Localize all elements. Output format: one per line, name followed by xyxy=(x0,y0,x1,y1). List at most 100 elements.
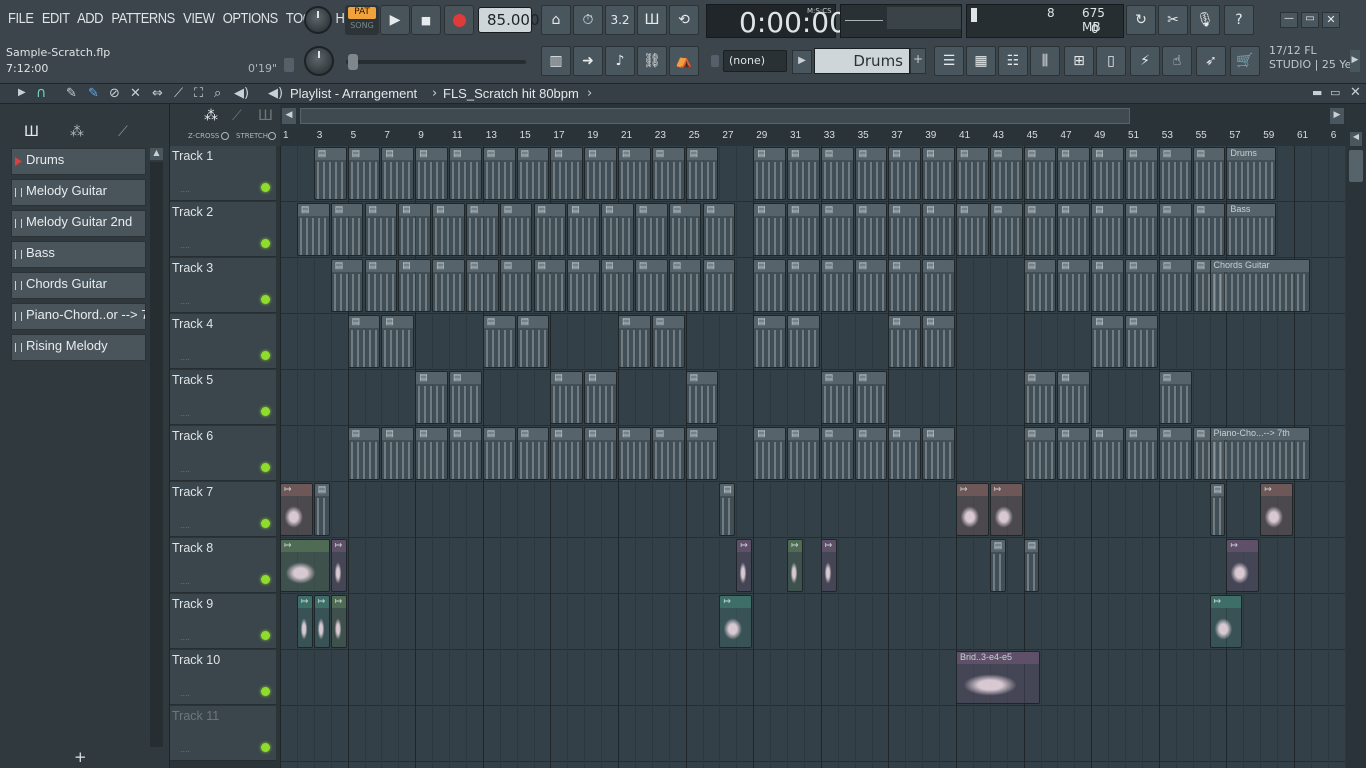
timeline-ruler[interactable]: 1 3 5 7 9 11 13 15 17 19 21 23 25 27 29 31 33 35 37 39 41 43 4… xyxy=(280,128,1346,146)
pattern-clip[interactable]: ▤ xyxy=(465,259,499,312)
file-icon[interactable]: ▯ xyxy=(1096,46,1126,76)
pattern-clip[interactable]: ▤ xyxy=(820,203,854,256)
shop-icon[interactable]: 🛒 xyxy=(1230,46,1260,76)
pattern-clip[interactable]: ▤ xyxy=(854,427,888,480)
track-active-indicator[interactable] xyxy=(261,743,270,752)
automation-view-icon[interactable]: ⟋ xyxy=(118,124,128,140)
pattern-clip[interactable]: ▤ xyxy=(685,147,719,200)
pattern-clip[interactable]: ▤ xyxy=(1091,315,1124,368)
pattern-clip[interactable]: ▤ xyxy=(449,147,482,200)
pattern-clip[interactable]: ▤ xyxy=(753,147,786,200)
channel-select-arrow[interactable]: ▶ xyxy=(792,50,812,74)
pattern-clip[interactable]: ▤ xyxy=(685,371,719,424)
send-icon[interactable]: ➶ xyxy=(1196,46,1226,76)
audio-clip[interactable]: ↦ xyxy=(280,539,330,592)
audio-clip[interactable]: ↦ xyxy=(1260,483,1293,536)
minimize-icon[interactable]: — xyxy=(1280,12,1298,28)
menu-edit[interactable]: EDIT xyxy=(42,10,70,27)
track-header[interactable]: Track 1.... xyxy=(170,146,276,201)
pattern-clip[interactable]: ▤ xyxy=(364,259,398,312)
pencil-icon[interactable]: ♪ xyxy=(605,46,635,76)
pattern-clip[interactable]: ▤ xyxy=(1091,427,1124,480)
pattern-clip[interactable]: ▤ xyxy=(1091,203,1124,256)
menu-options[interactable]: OPTIONS xyxy=(223,10,278,27)
pattern-clip[interactable]: ▤ xyxy=(381,427,415,480)
track-active-indicator[interactable] xyxy=(261,687,270,696)
picker-scrollbar[interactable] xyxy=(150,162,163,747)
cpu-memory-monitor[interactable]: 8 675 MB 0 xyxy=(966,4,1124,38)
pattern-clip[interactable]: ▤ xyxy=(888,315,922,368)
audio-clip[interactable]: ↦ xyxy=(296,595,313,648)
pattern-clip[interactable]: ▤ xyxy=(922,259,955,312)
pattern-clip[interactable]: Chords Guitar xyxy=(1209,259,1310,312)
track-header[interactable]: Track 3.... xyxy=(170,258,276,313)
pattern-clip[interactable]: ▤ xyxy=(533,259,567,312)
pattern-clip[interactable]: ▤ xyxy=(398,259,432,312)
track-header[interactable]: Track 7.... xyxy=(170,482,276,537)
grid-icon[interactable]: Ш xyxy=(258,108,273,124)
pattern-clip[interactable]: ▤ xyxy=(702,203,736,256)
pattern-clip[interactable]: ▤ xyxy=(956,203,989,256)
pattern-clip[interactable]: ▤ xyxy=(922,147,955,200)
track-header[interactable]: Track 5.... xyxy=(170,370,276,425)
pattern-clip[interactable]: ▤ xyxy=(753,315,786,368)
pattern-item[interactable]: Piano-Chord..or --> 7th xyxy=(11,303,146,330)
pattern-clip[interactable]: ▤ xyxy=(415,147,448,200)
track-grip[interactable]: .... xyxy=(180,352,190,362)
link-icon[interactable]: ⛓ xyxy=(637,46,667,76)
pattern-clip[interactable]: ▤ xyxy=(465,203,499,256)
pattern-clip[interactable]: ▤ xyxy=(1158,147,1192,200)
pattern-clip[interactable]: ▤ xyxy=(1023,371,1057,424)
master-pitch-knob[interactable] xyxy=(304,46,334,76)
restore-icon[interactable]: ▭ xyxy=(1301,12,1319,28)
audio-clip[interactable]: ↦ xyxy=(280,483,313,536)
audio-clip[interactable]: ↦ xyxy=(330,595,347,648)
pattern-clip[interactable]: ▤ xyxy=(1057,259,1091,312)
master-slider-track[interactable] xyxy=(346,60,526,64)
track-active-indicator[interactable] xyxy=(261,295,270,304)
track-active-indicator[interactable] xyxy=(261,351,270,360)
pattern-clip[interactable]: ▤ xyxy=(601,203,634,256)
pattern-clip[interactable]: ▤ xyxy=(381,147,415,200)
track-grip[interactable]: .... xyxy=(180,184,190,194)
pattern-clip[interactable]: ▤ xyxy=(499,203,533,256)
channel-rack-icon[interactable]: ▦ xyxy=(966,46,996,76)
pattern-clip[interactable]: ▤ xyxy=(753,259,786,312)
pattern-selector[interactable]: Drums xyxy=(814,48,910,74)
vertical-scrollbar[interactable]: ◀ xyxy=(1346,128,1366,768)
draw-tool-icon[interactable]: ✎ xyxy=(66,86,77,101)
pattern-clip[interactable]: ▤ xyxy=(1125,259,1158,312)
select-tool-icon[interactable]: ⛶ xyxy=(194,86,203,101)
pattern-clip[interactable]: ▤ xyxy=(702,259,736,312)
tempo-display[interactable]: 85.000 xyxy=(478,7,540,33)
piano-roll-icon[interactable]: ▥ xyxy=(541,46,571,76)
track-grip[interactable]: .... xyxy=(180,408,190,418)
pattern-clip[interactable]: ▤ xyxy=(499,259,533,312)
pattern-clip[interactable]: ▤ xyxy=(584,371,617,424)
scissors-icon[interactable]: ✂ xyxy=(1158,5,1188,35)
mixer-faders-icon[interactable]: ⫼ xyxy=(1030,46,1060,76)
pattern-clip[interactable]: ▤ xyxy=(1125,203,1158,256)
slip-tool-icon[interactable]: ⇔ xyxy=(152,86,163,101)
pattern-clip[interactable]: ▤ xyxy=(651,147,685,200)
pattern-clip[interactable]: ▤ xyxy=(567,203,601,256)
refresh-icon[interactable]: ↻ xyxy=(1126,5,1156,35)
countdown-icon[interactable]: 3.2 xyxy=(605,5,635,35)
hint-arrow[interactable]: ▶ xyxy=(1350,50,1360,72)
track-active-indicator[interactable] xyxy=(261,239,270,248)
track-active-indicator[interactable] xyxy=(261,463,270,472)
pattern-clip[interactable]: ▤ xyxy=(1091,147,1124,200)
pattern-clip[interactable]: ▤ xyxy=(651,427,685,480)
pattern-clip[interactable]: ▤ xyxy=(1158,203,1192,256)
track-grip[interactable]: .... xyxy=(180,296,190,306)
pattern-clip[interactable]: ▤ xyxy=(398,203,432,256)
pattern-clip[interactable]: Piano-Cho...--> 7th xyxy=(1209,427,1310,480)
pattern-item[interactable]: Melody Guitar 2nd xyxy=(11,210,146,237)
pattern-clip[interactable]: ▤ xyxy=(330,259,364,312)
pattern-clip[interactable]: ▤ xyxy=(1209,483,1226,536)
pattern-clip[interactable]: ▤ xyxy=(922,315,955,368)
playlist-close-icon[interactable]: ✕ xyxy=(1350,85,1361,100)
pattern-clip[interactable]: ▤ xyxy=(618,315,651,368)
menu-file[interactable]: FILE xyxy=(8,10,34,27)
pattern-clip[interactable]: ▤ xyxy=(922,427,955,480)
